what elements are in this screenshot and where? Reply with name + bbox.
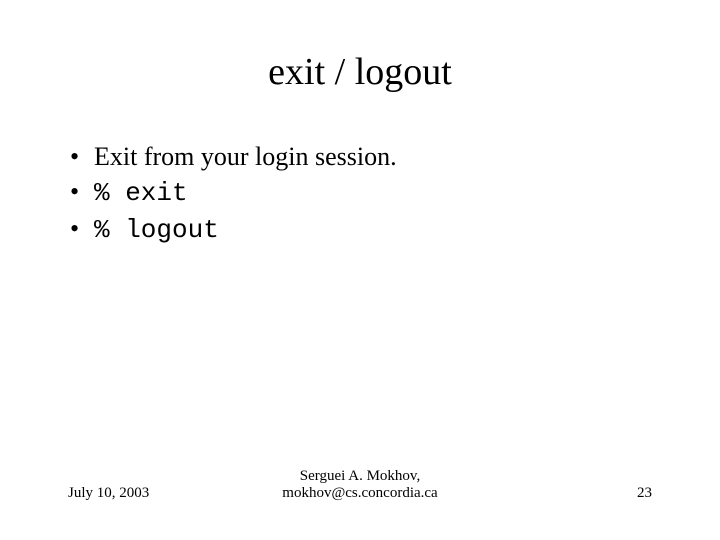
- footer-author-name: Serguei A. Mokhov,: [248, 468, 472, 485]
- slide-content: Exit from your login session. % exit % l…: [60, 139, 660, 468]
- footer-author: Serguei A. Mokhov, mokhov@cs.concordia.c…: [248, 468, 472, 502]
- footer-date: July 10, 2003: [68, 485, 248, 502]
- bullet-text: % logout: [94, 215, 219, 245]
- footer-page-number: 23: [472, 485, 652, 502]
- footer-author-email: mokhov@cs.concordia.ca: [248, 485, 472, 502]
- slide-footer: July 10, 2003 Serguei A. Mokhov, mokhov@…: [60, 468, 660, 510]
- list-item: % logout: [70, 211, 660, 248]
- bullet-text: % exit: [94, 178, 188, 208]
- list-item: % exit: [70, 174, 660, 211]
- slide-title: exit / logout: [60, 50, 660, 94]
- list-item: Exit from your login session.: [70, 139, 660, 174]
- bullet-list: Exit from your login session. % exit % l…: [60, 139, 660, 248]
- slide: exit / logout Exit from your login sessi…: [0, 0, 720, 540]
- bullet-text: Exit from your login session.: [94, 142, 397, 171]
